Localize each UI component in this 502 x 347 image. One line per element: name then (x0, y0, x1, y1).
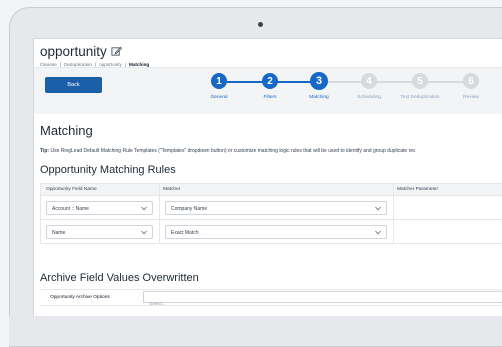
page-title-row: opportunity (40, 44, 149, 59)
step-label: General (210, 95, 228, 100)
chevron-down-icon (141, 206, 147, 211)
step-label: Matching (309, 95, 329, 100)
chevron-down-icon (141, 230, 147, 235)
archive-options-input[interactable] (144, 299, 502, 310)
step-label: Scheduling (357, 95, 381, 100)
section-heading-archive: Archive Field Values Overwritten (40, 272, 199, 284)
chevron-down-icon (375, 206, 381, 211)
laptop-bezel (9, 316, 502, 345)
matcher-select[interactable]: Company Name (165, 201, 387, 215)
step-number: 3 (310, 72, 328, 90)
table-header: Opportunity Field Name Matcher Matcher P… (41, 184, 502, 196)
column-header: Opportunity Field Name (46, 187, 97, 192)
archive-options-row: Opportunity Archive Options (40, 289, 502, 310)
camera-dot (258, 22, 263, 27)
step-label: Test Deduplication (400, 95, 440, 100)
column-header: Matcher (163, 187, 181, 192)
chevron-down-icon (375, 230, 381, 235)
matcher-select[interactable]: Exact Match (165, 225, 387, 239)
page-header: opportunity Cleanse | Deduplication | opport… (40, 44, 149, 67)
matcher-select-value: Company Name (171, 206, 208, 212)
step-number: 1 (211, 73, 227, 89)
step-review[interactable]: 6 Review (451, 73, 491, 100)
column-header: Matcher Parameter (397, 187, 439, 192)
section-heading-rules: Opportunity Matching Rules (40, 164, 176, 176)
step-scheduling[interactable]: 4 Scheduling (349, 73, 389, 100)
section-heading-matching: Matching (40, 123, 93, 138)
archive-options-select[interactable] (143, 291, 502, 310)
row-divider (41, 219, 502, 220)
column-divider (159, 184, 160, 243)
field-select-value: Account :: Name (52, 206, 89, 212)
step-number: 2 (262, 73, 278, 89)
archive-options-label: Opportunity Archive Options (50, 295, 110, 300)
step-general[interactable]: 1 General (199, 73, 239, 100)
step-number: 5 (412, 73, 428, 89)
field-select-value: Name (52, 230, 66, 236)
step-label: Review (463, 95, 479, 100)
tip-text: Tip: Use RingLead Default Matching Rule … (40, 148, 416, 154)
step-number: 6 (463, 73, 479, 89)
step-label: Filters (263, 95, 277, 100)
tip-body: Use RingLead Default Matching Rule Templ… (49, 148, 416, 154)
step-number: 4 (361, 73, 377, 89)
tip-prefix: Tip: (40, 148, 50, 154)
step-filters[interactable]: 2 Filters (250, 73, 290, 100)
field-select[interactable]: Account :: Name (46, 201, 153, 215)
matcher-select-value: Exact Match (171, 230, 199, 236)
stepper-bar: Back 1 General 2 Filters 3 Matching 4 Sc… (34, 68, 502, 114)
step-matching[interactable]: 3 Matching (299, 72, 339, 100)
back-button[interactable]: Back (45, 77, 102, 93)
edit-icon[interactable] (111, 46, 122, 57)
app-screen: opportunity Cleanse | Deduplication | opport… (33, 38, 502, 316)
matching-rules-table: Opportunity Field Name Matcher Matcher P… (40, 183, 502, 244)
page-title: opportunity (40, 44, 107, 59)
step-test-deduplication[interactable]: 5 Test Deduplication (392, 73, 448, 100)
field-select[interactable]: Name (46, 225, 153, 239)
column-divider (393, 184, 394, 243)
